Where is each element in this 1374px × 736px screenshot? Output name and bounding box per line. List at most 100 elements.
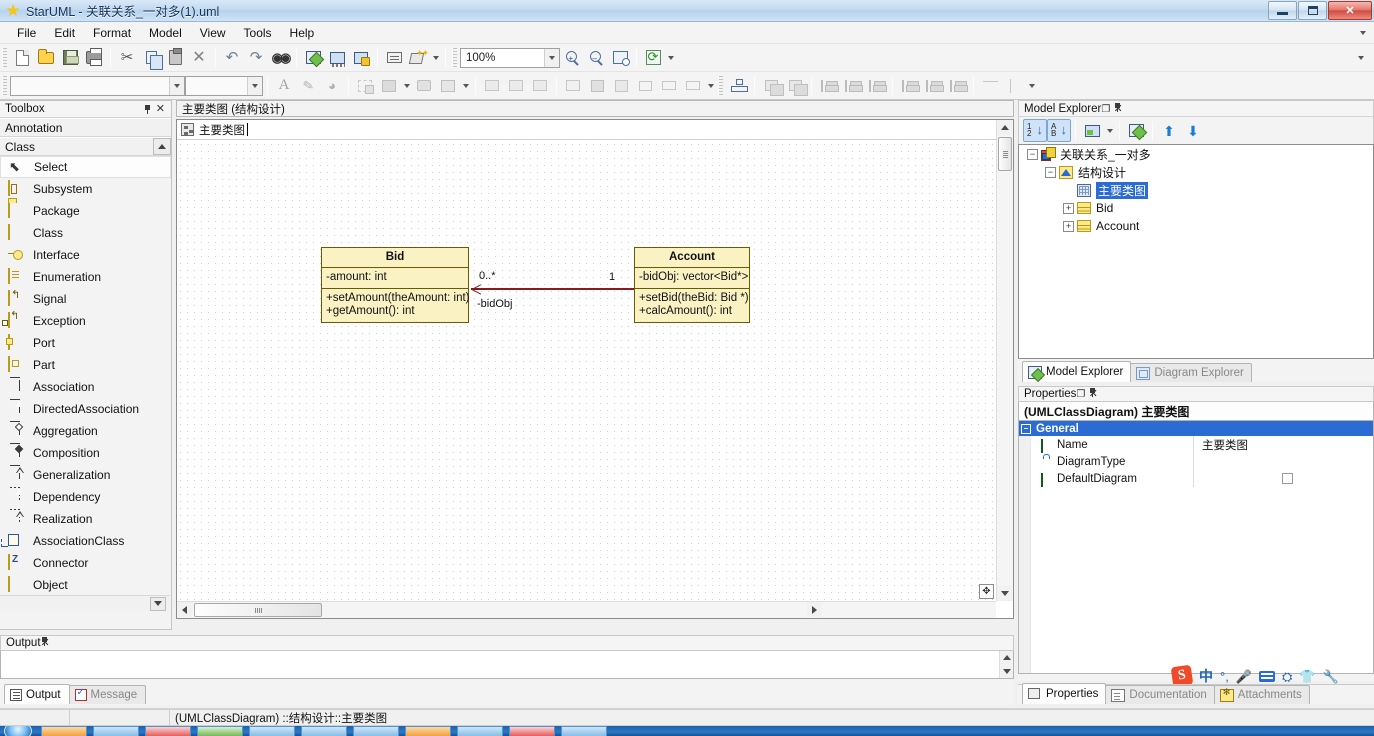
redo-icon[interactable]: ↷ <box>244 46 268 69</box>
layout-overflow-caret[interactable] <box>1026 74 1037 97</box>
diagram-name-tab[interactable]: 主要类图 <box>177 120 1013 140</box>
tree-expander-icon[interactable]: − <box>1045 167 1056 178</box>
toolbox-close-icon[interactable]: ✕ <box>156 105 165 114</box>
diagram-icon[interactable] <box>325 46 349 69</box>
toolbox-pin-icon[interactable] <box>144 105 151 114</box>
toolbox-item-object[interactable]: Object <box>0 574 171 596</box>
font-family-combo[interactable] <box>10 76 185 96</box>
toolbox-item-dependency[interactable]: Dependency <box>0 486 171 508</box>
refresh-icon[interactable] <box>641 46 665 69</box>
toolbox-icon[interactable]: ⛭ <box>1282 670 1292 683</box>
delete-icon[interactable]: ✕ <box>187 46 211 69</box>
fill-style-icon[interactable] <box>412 74 436 97</box>
sort-by-name-icon[interactable]: AB <box>1047 119 1071 142</box>
toolbox-group-class-collapse-icon[interactable] <box>153 138 171 155</box>
auto-resize-dropdown-icon[interactable] <box>705 74 716 97</box>
zoom-combo[interactable]: 100% <box>460 48 560 68</box>
toolbar-grip[interactable] <box>2 48 7 68</box>
toolbox-item-associationclass[interactable]: AssociationClass <box>0 530 171 552</box>
align-bottom-icon[interactable] <box>921 74 945 97</box>
settings-icon[interactable]: 🔧 <box>1323 670 1339 683</box>
show-type-icon[interactable] <box>633 74 657 97</box>
taskbar-item[interactable] <box>301 726 347 736</box>
output-scroll-down-button[interactable] <box>1000 665 1013 678</box>
taskbar-item[interactable] <box>41 726 87 736</box>
show-visibility-icon[interactable] <box>561 74 585 97</box>
zoom-out-icon[interactable]: – <box>584 46 608 69</box>
tree-node-project[interactable]: − 关联关系_一对多 <box>1019 145 1373 163</box>
canvas-vertical-scrollbar[interactable] <box>996 120 1013 601</box>
toolbox-item-generalization[interactable]: Generalization <box>0 464 171 486</box>
format-icon[interactable] <box>726 74 750 97</box>
align-center-icon[interactable] <box>864 74 888 97</box>
align-left-icon[interactable] <box>816 74 840 97</box>
uml-class-bid[interactable]: Bid -amount: int +setAmount(theAmount: i… <box>321 247 469 323</box>
tab-output[interactable]: Output <box>4 684 70 704</box>
toolbox-item-exception[interactable]: Exception <box>0 310 171 332</box>
move-down-icon[interactable]: ⬇ <box>1181 119 1205 142</box>
shape-icon[interactable] <box>353 74 377 97</box>
tab-properties[interactable]: Properties <box>1022 683 1106 704</box>
output-content[interactable] <box>0 651 1014 679</box>
vertical-scroll-thumb[interactable] <box>998 137 1012 171</box>
taskbar-item[interactable] <box>405 726 451 736</box>
fill-color-icon[interactable]: ◕ <box>320 74 344 97</box>
show-namespace-icon[interactable] <box>585 74 609 97</box>
tree-expander-icon[interactable]: + <box>1063 203 1074 214</box>
broadcast-icon[interactable] <box>382 46 406 69</box>
undo-icon[interactable]: ↶ <box>220 46 244 69</box>
menu-edit[interactable]: Edit <box>45 23 84 43</box>
stereotype-dropdown-icon[interactable] <box>401 74 412 97</box>
menu-help[interactable]: Help <box>281 23 324 43</box>
ime-punctuation-toggle[interactable]: °, <box>1220 670 1229 683</box>
properties-float-icon[interactable]: ❐ <box>1076 389 1085 400</box>
tree-node-model[interactable]: − 结构设计 <box>1019 163 1373 181</box>
auto-resize-icon[interactable] <box>681 74 705 97</box>
toolbar-overflow-caret[interactable] <box>1358 56 1374 60</box>
taskbar-item[interactable] <box>353 726 399 736</box>
menu-tools[interactable]: Tools <box>235 23 281 43</box>
tab-documentation[interactable]: Documentation <box>1105 685 1214 704</box>
profile-icon[interactable] <box>349 46 373 69</box>
toolbox-group-class[interactable]: Class <box>0 137 171 156</box>
align-top-icon[interactable] <box>897 74 921 97</box>
toolbox-item-part[interactable]: Part <box>0 354 171 376</box>
tree-node-account[interactable]: + Account <box>1019 217 1373 235</box>
menu-model[interactable]: Model <box>140 23 191 43</box>
taskbar-item[interactable] <box>457 726 503 736</box>
minimize-button[interactable] <box>1268 1 1297 20</box>
suppress-operations-icon[interactable] <box>504 74 528 97</box>
suppress-literals-icon[interactable] <box>528 74 552 97</box>
horizontal-scroll-thumb[interactable] <box>194 603 322 617</box>
toolbox-scroll-down[interactable] <box>0 595 170 611</box>
toolbox-item-association[interactable]: Association <box>0 376 171 398</box>
scroll-right-button[interactable] <box>807 602 822 617</box>
move-up-icon[interactable]: ⬆ <box>1157 119 1181 142</box>
cut-icon[interactable]: ✂ <box>115 46 139 69</box>
output-scroll-up-button[interactable] <box>1000 651 1013 664</box>
line-style-dropdown-icon[interactable] <box>460 74 471 97</box>
toolbox-item-aggregation[interactable]: Aggregation <box>0 420 171 442</box>
tree-node-bid[interactable]: + Bid <box>1019 199 1373 217</box>
send-to-back-icon[interactable] <box>783 74 807 97</box>
keyboard-icon[interactable] <box>1259 671 1275 682</box>
align-middle-icon[interactable] <box>945 74 969 97</box>
toolbox-item-directedassociation[interactable]: DirectedAssociation <box>0 398 171 420</box>
start-orb-icon[interactable] <box>4 726 32 736</box>
menu-format[interactable]: Format <box>84 23 140 43</box>
menu-file[interactable]: File <box>8 23 45 43</box>
category-collapse-icon[interactable]: − <box>1021 424 1031 434</box>
toolbox-item-composition[interactable]: Composition <box>0 442 171 464</box>
association-line[interactable] <box>471 288 634 290</box>
canvas-horizontal-scrollbar[interactable] <box>177 601 996 618</box>
find-icon[interactable]: ◉◉ <box>268 46 292 69</box>
tree-expander-icon[interactable]: − <box>1027 149 1038 160</box>
toolbox-item-subsystem[interactable]: Subsystem <box>0 178 171 200</box>
property-value[interactable]: 主要类图 <box>1193 436 1373 453</box>
format-toolbar-grip[interactable] <box>2 76 7 96</box>
toolbox-item-package[interactable]: Package <box>0 200 171 222</box>
pan-tool-icon[interactable]: ✥ <box>979 584 994 599</box>
taskbar-item[interactable] <box>249 726 295 736</box>
close-button[interactable]: ✕ <box>1328 1 1372 20</box>
space-vertically-icon[interactable] <box>1002 74 1026 97</box>
